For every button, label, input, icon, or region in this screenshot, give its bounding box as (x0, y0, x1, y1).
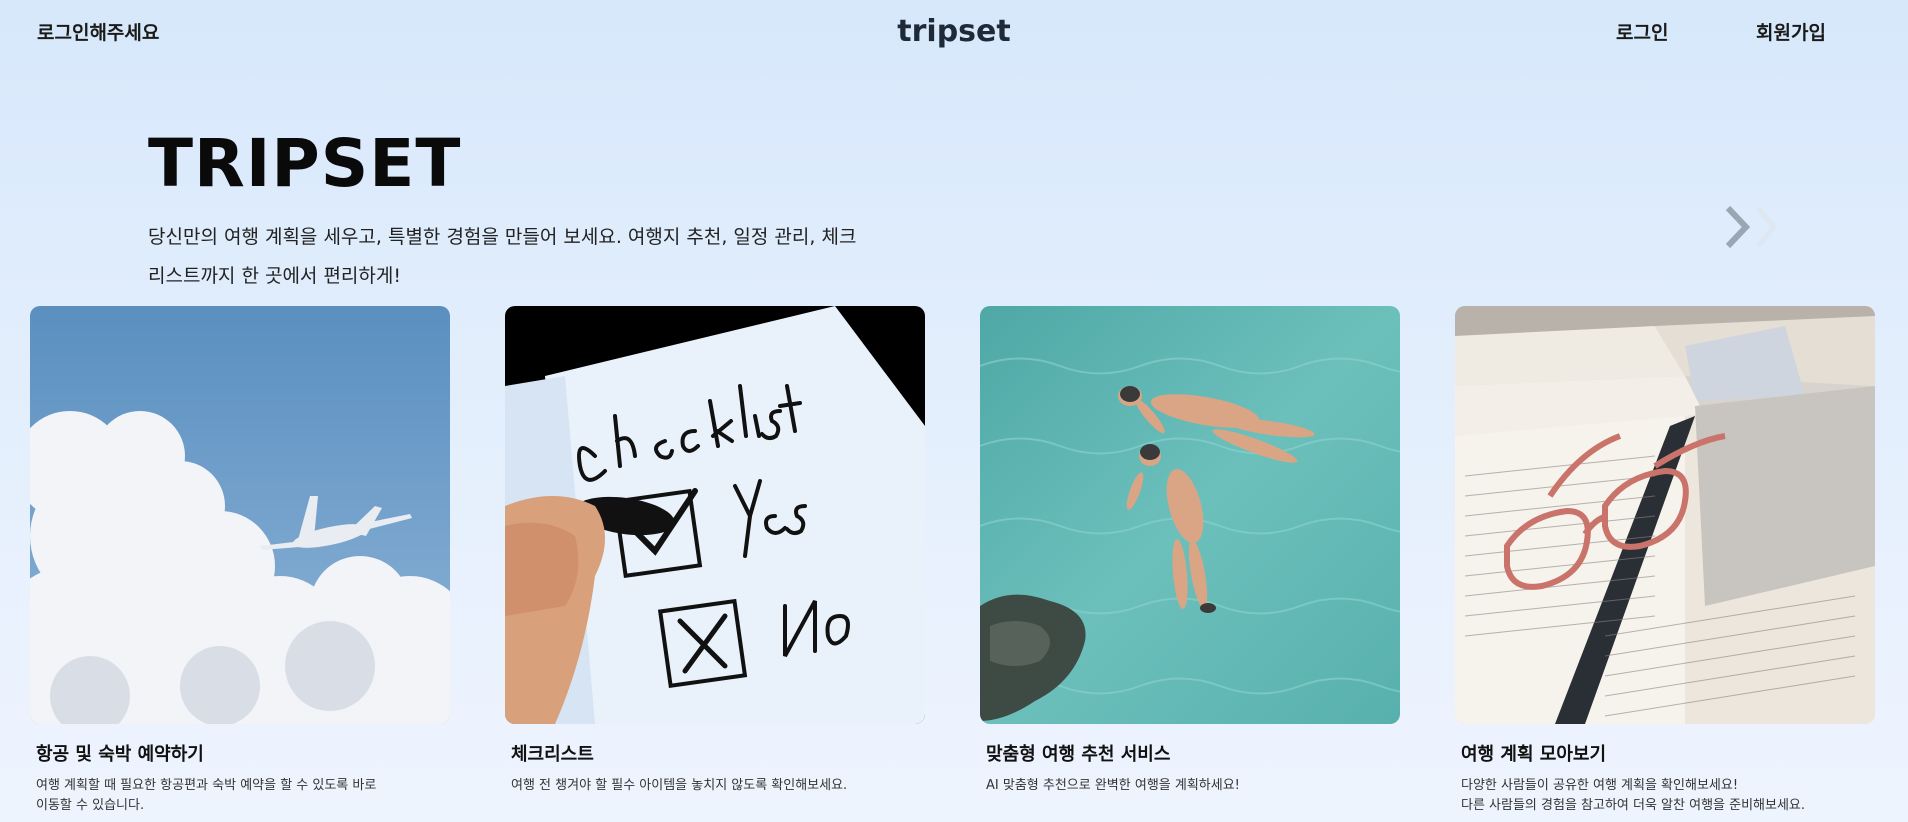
signup-link[interactable]: 회원가입 (1756, 18, 1826, 45)
card-flight-booking[interactable]: 항공 및 숙박 예약하기 여행 계획할 때 필요한 항공편과 숙박 예약을 할 … (30, 306, 450, 822)
airplane-sky-image (30, 306, 450, 724)
card-description: 여행 전 챙겨야 할 필수 아이템을 놓치지 않도록 확인해보세요. (511, 778, 848, 793)
hero-description: 당신만의 여행 계획을 세우고, 특별한 경험을 만들어 보세요. 여행지 추천… (148, 226, 857, 287)
card-description: AI 맞춤형 추천으로 완벽한 여행을 계획하세요! (986, 778, 1240, 793)
card-checklist[interactable]: 체크리스트 여행 전 챙겨야 할 필수 아이템을 놓치지 않도록 확인해보세요. (505, 306, 925, 822)
card-description: 다양한 사람들이 공유한 여행 계획을 확인해보세요! 다른 사람들의 경험을 … (1461, 778, 1806, 813)
card-title: 체크리스트 (511, 744, 594, 765)
card-plan-collection[interactable]: 여행 계획 모아보기 다양한 사람들이 공유한 여행 계획을 확인해보세요! 다… (1455, 306, 1875, 822)
login-link[interactable]: 로그인 (1616, 18, 1668, 45)
books-glasses-image (1455, 306, 1875, 724)
card-title: 맞춤형 여행 추천 서비스 (986, 744, 1171, 765)
service-card-list: 항공 및 숙박 예약하기 여행 계획할 때 필요한 항공편과 숙박 예약을 할 … (30, 306, 1876, 822)
carousel-next-icon[interactable] (1722, 204, 1788, 250)
snorkeling-ocean-image (980, 306, 1400, 724)
card-title: 여행 계획 모아보기 (1461, 744, 1607, 765)
card-description: 여행 계획할 때 필요한 항공편과 숙박 예약을 할 수 있도록 바로 이동할 … (36, 778, 377, 813)
card-recommendation[interactable]: 맞춤형 여행 추천 서비스 AI 맞춤형 추천으로 완벽한 여행을 계획하세요! (980, 306, 1400, 822)
card-title: 항공 및 숙박 예약하기 (36, 744, 204, 765)
top-navigation: 로그인해주세요 tripset 로그인 회원가입 (0, 0, 1908, 62)
checklist-notebook-image (505, 306, 925, 724)
hero-title: TRIPSET (148, 125, 462, 202)
